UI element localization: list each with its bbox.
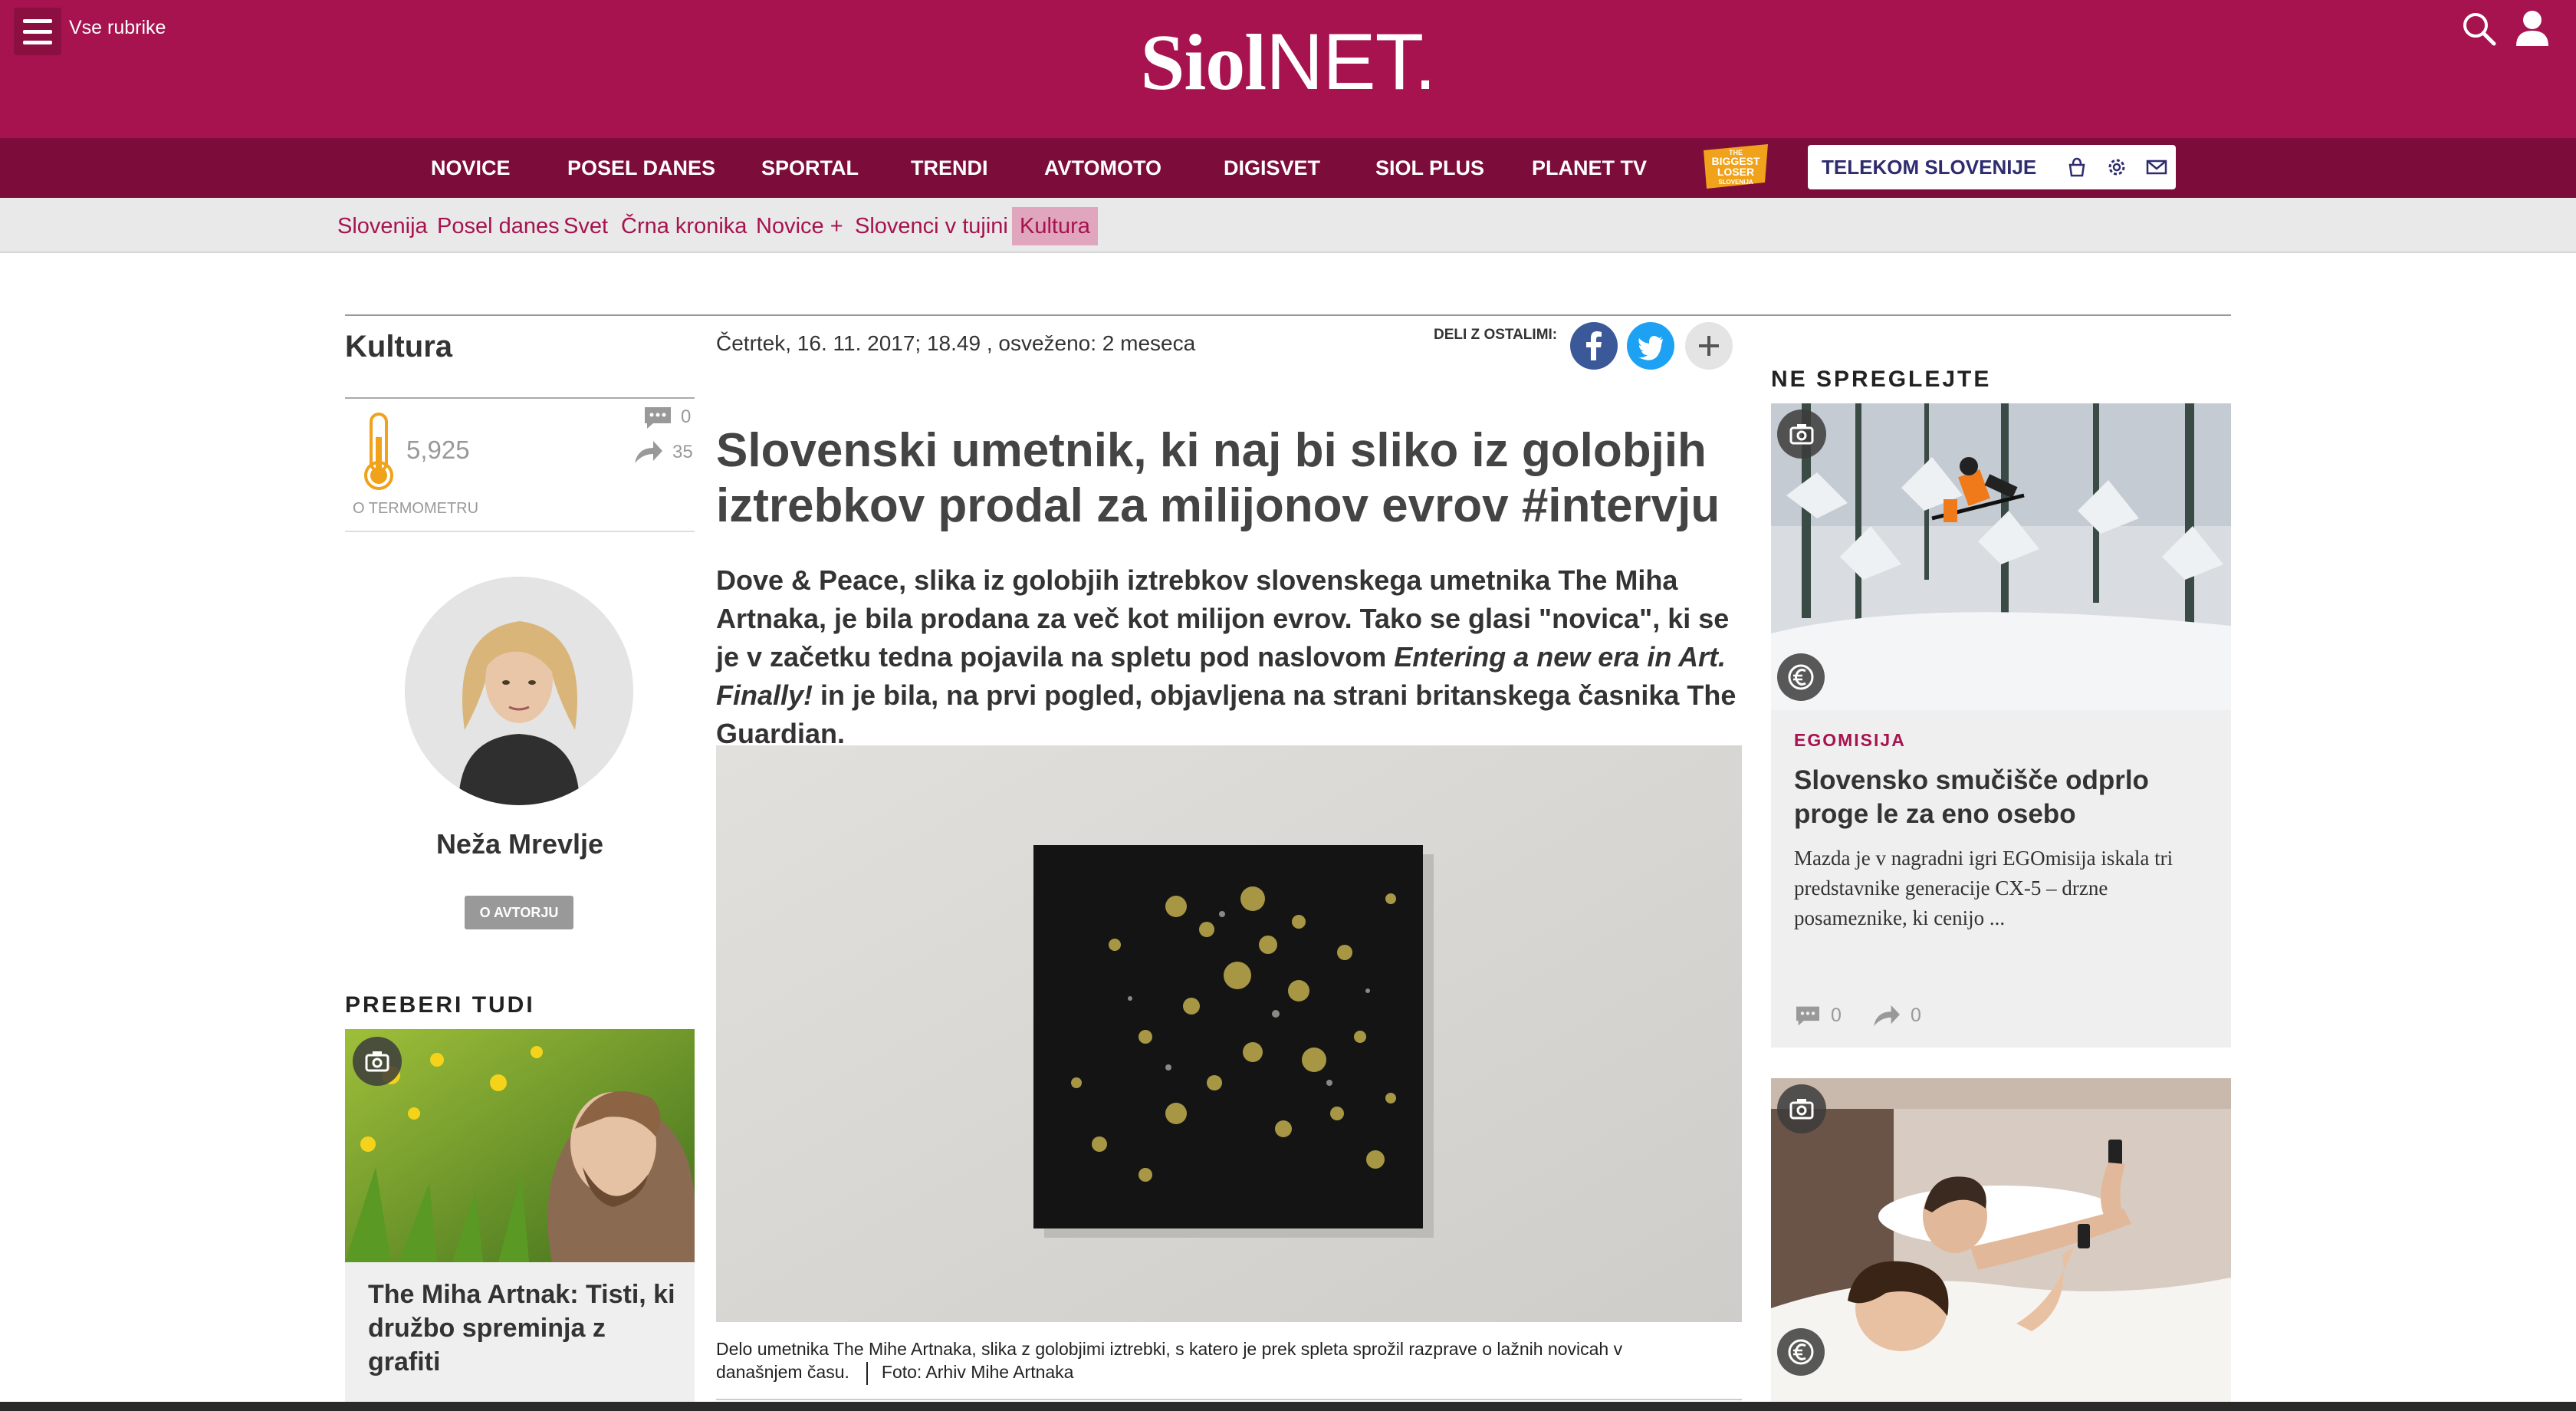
search-icon[interactable] — [2461, 11, 2496, 46]
author-photo — [405, 577, 633, 805]
divider — [345, 397, 695, 399]
nav-item-digisvet[interactable]: DIGISVET — [1224, 138, 1320, 198]
share-arrow-icon[interactable] — [633, 439, 664, 465]
nav-item-novice[interactable]: NOVICE — [431, 138, 511, 198]
nav-item-trendi[interactable]: TRENDI — [911, 138, 988, 198]
promo-logo-word: LOSER — [1717, 166, 1754, 178]
content-top-divider — [345, 314, 2231, 316]
dont-miss-heading: NE SPREGLEJTE — [1771, 367, 1992, 392]
ski-jump-image — [1771, 403, 2231, 710]
painting-photo — [716, 745, 1742, 1322]
share-label: DELI Z OSTALIMI: — [1434, 327, 1558, 343]
author-avatar[interactable] — [405, 577, 633, 805]
facebook-icon — [1586, 331, 1602, 360]
caption-separator — [866, 1361, 868, 1385]
subnav-item-kultura[interactable]: Kultura — [1012, 207, 1098, 245]
subnav-item-slovenci-v-tujini[interactable]: Slovenci v tujini — [847, 207, 1016, 245]
dont-miss-card[interactable] — [1771, 1078, 2231, 1411]
plus-icon — [1699, 336, 1719, 356]
nav-item-siol-plus[interactable]: SIOL PLUS — [1375, 138, 1484, 198]
twitter-icon — [1638, 336, 1663, 360]
image-caption: Delo umetnika The Mihe Artnaka, slika z … — [716, 1337, 1682, 1385]
nav-item-sportal[interactable]: SPORTAL — [761, 138, 859, 198]
comment-count: 0 — [681, 406, 692, 427]
page: Vse rubrike SiolNET. NOVICE POSEL DANES … — [0, 0, 2576, 1411]
user-account-icon[interactable] — [2515, 9, 2550, 48]
sponsored-badge — [1777, 1328, 1825, 1376]
comment-icon[interactable] — [642, 405, 673, 431]
nav-item-avtomoto[interactable]: AVTOMOTO — [1044, 138, 1162, 198]
mail-icon[interactable] — [2145, 156, 2168, 179]
site-logo[interactable]: SiolNET. — [0, 20, 2576, 105]
camera-icon — [365, 1051, 389, 1072]
read-also-headline[interactable]: The Miha Artnak: Tisti, ki družbo spremi… — [368, 1278, 682, 1379]
card-headline[interactable]: Slovensko smučišče odprlo proge le za en… — [1794, 764, 2216, 831]
subnav-item-crna-kronika[interactable]: Črna kronika — [613, 207, 754, 245]
article-main-image[interactable] — [716, 745, 1742, 1322]
subnav-item-slovenija[interactable]: Slovenija — [330, 207, 435, 245]
gear-icon[interactable] — [2105, 156, 2128, 179]
sponsored-badge — [1777, 653, 1825, 701]
logo-bold: Siol — [1140, 18, 1267, 107]
telekom-label[interactable]: TELEKOM SLOVENIJE — [1822, 145, 2036, 189]
nav-item-posel-danes[interactable]: POSEL DANES — [567, 138, 715, 198]
thermometer-value: 5,925 — [406, 436, 470, 464]
biggest-loser-logo[interactable]: THE BIGGEST LOSER SLOVENIJA — [1699, 141, 1773, 195]
author-name[interactable]: Neža Mrevlje — [345, 828, 695, 860]
card-teaser: Mazda je v nagradni igri EGOmisija iskal… — [1794, 847, 2174, 929]
dont-miss-card[interactable]: EGOMISIJA Slovensko smučišče odprlo prog… — [1771, 403, 2231, 1048]
thermometer-info-link[interactable]: O TERMOMETRU — [353, 500, 478, 518]
camera-icon — [1789, 424, 1814, 445]
photo-gallery-badge — [353, 1037, 402, 1086]
twitter-share-button[interactable] — [1627, 322, 1674, 370]
photo-credit: Foto: Arhiv Mihe Artnaka — [881, 1362, 1074, 1382]
comment-count: 0 — [1831, 1005, 1842, 1026]
read-also-heading: PREBERI TUDI — [345, 992, 535, 1018]
subnav-item-svet[interactable]: Svet — [556, 207, 616, 245]
about-author-button[interactable]: O AVTORJU — [465, 896, 573, 929]
facebook-share-button[interactable] — [1570, 322, 1618, 370]
caption-text: Delo umetnika The Mihe Artnaka, slika z … — [716, 1339, 1623, 1382]
couple-in-bed-image — [1771, 1078, 2231, 1411]
logo-light: NET. — [1266, 18, 1436, 107]
browser-status-bar — [0, 1402, 2576, 1411]
thermometer-icon[interactable] — [359, 411, 399, 492]
divider — [345, 531, 695, 532]
divider — [716, 1399, 1742, 1400]
shopping-bag-icon[interactable] — [2065, 156, 2088, 179]
comment-icon[interactable] — [1794, 1005, 1822, 1028]
nav-item-planet-tv[interactable]: PLANET TV — [1532, 138, 1647, 198]
euro-icon — [1788, 1339, 1814, 1365]
photo-gallery-badge — [1777, 409, 1826, 459]
share-arrow-icon[interactable] — [1872, 1003, 1901, 1028]
main-navigation: NOVICE POSEL DANES SPORTAL TRENDI AVTOMO… — [0, 138, 2576, 198]
telekom-slovenije-box[interactable]: TELEKOM SLOVENIJE — [1808, 145, 2176, 189]
section-title[interactable]: Kultura — [345, 330, 452, 364]
article-date: Četrtek, 16. 11. 2017; 18.49 , osveženo:… — [716, 331, 1196, 355]
article-headline: Slovenski umetnik, ki naj bi sliko iz go… — [716, 424, 1720, 532]
share-count: 35 — [672, 442, 693, 462]
camera-icon — [1789, 1099, 1814, 1120]
more-share-button[interactable] — [1685, 322, 1733, 370]
promo-logo-word: SLOVENIJA — [1718, 179, 1753, 186]
subnav-item-posel-danes[interactable]: Posel danes — [429, 207, 567, 245]
read-also-card[interactable]: The Miha Artnak: Tisti, ki družbo spremi… — [345, 1029, 695, 1411]
share-count: 0 — [1911, 1005, 1921, 1026]
card-category[interactable]: EGOMISIJA — [1794, 730, 1906, 751]
photo-gallery-badge — [1777, 1084, 1826, 1133]
article-lead: Dove & Peace, slika iz golobjih iztrebko… — [716, 561, 1743, 753]
sub-navigation: Slovenija Posel danes Svet Črna kronika … — [0, 198, 2576, 253]
euro-icon — [1788, 664, 1814, 690]
subnav-item-novice-plus[interactable]: Novice + — [748, 207, 851, 245]
lead-text: in je bila, na prvi pogled, objavljena n… — [716, 679, 1737, 749]
site-header: Vse rubrike SiolNET. — [0, 0, 2576, 138]
